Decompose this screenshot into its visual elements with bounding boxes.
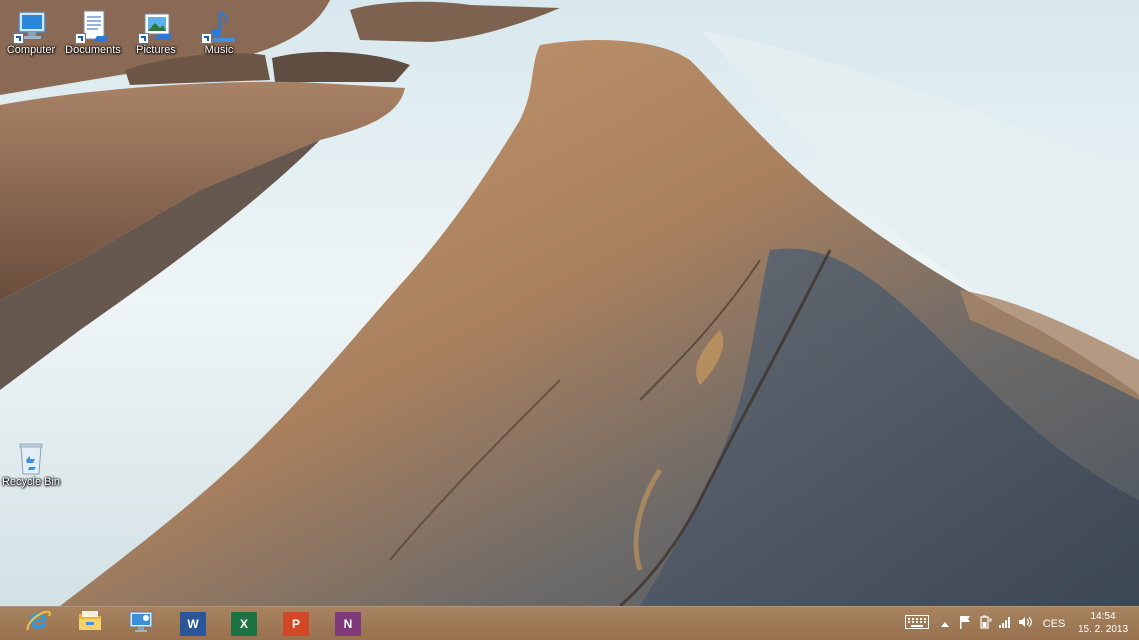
power-status-button[interactable] <box>976 607 994 640</box>
desktop-icon-documents[interactable]: Documents <box>63 4 123 60</box>
taskbar-onenote[interactable]: N <box>326 608 370 639</box>
network-button[interactable] <box>996 607 1014 640</box>
taskbar-remote-desktop[interactable] <box>119 608 163 639</box>
shortcut-arrow-icon <box>201 33 212 44</box>
show-hidden-icons-chevron <box>941 618 949 630</box>
taskbar-internet-explorer[interactable] <box>16 608 60 639</box>
clock-date: 15. 2. 2013 <box>1077 624 1129 635</box>
input-language-button[interactable]: CES <box>1040 607 1068 640</box>
action-center-flag-icon <box>959 615 971 632</box>
show-hidden-icons-button[interactable] <box>937 607 953 640</box>
onenote-glyph: N <box>343 616 353 631</box>
wallpaper <box>0 0 1139 606</box>
file-explorer-icon <box>77 609 103 638</box>
power-icon <box>978 615 992 632</box>
documents-icon <box>73 8 113 46</box>
pictures-icon <box>136 8 176 46</box>
touch-keyboard-button[interactable] <box>902 607 932 640</box>
volume-icon <box>1018 616 1032 631</box>
shortcut-arrow-icon <box>138 33 149 44</box>
taskbar-excel[interactable]: X <box>222 608 266 639</box>
powerpoint-glyph: P <box>291 616 300 631</box>
desktop[interactable]: Computer Documents Pictures Music Recycl… <box>0 0 1139 606</box>
taskbar-word[interactable]: W <box>171 608 215 639</box>
word-glyph: W <box>187 616 199 631</box>
desktop-icon-pictures[interactable]: Pictures <box>126 4 186 60</box>
word-icon: W <box>180 611 206 636</box>
volume-button[interactable] <box>1016 607 1034 640</box>
powerpoint-icon: P <box>283 611 309 636</box>
taskbar-powerpoint[interactable]: P <box>274 608 318 639</box>
excel-icon: X <box>231 611 257 636</box>
taskbar-file-explorer[interactable] <box>68 608 112 639</box>
remote-desktop-icon <box>128 609 154 638</box>
language-indicator: CES <box>1042 617 1066 630</box>
music-icon <box>199 8 239 46</box>
desktop-icon-music[interactable]: Music <box>189 4 249 60</box>
shortcut-arrow-icon <box>13 33 24 44</box>
internet-explorer-icon <box>25 608 51 639</box>
excel-glyph: X <box>239 616 248 631</box>
clock-time: 14:54 <box>1090 611 1116 622</box>
clock[interactable]: 14:54 15. 2. 2013 <box>1075 610 1131 636</box>
network-signal-icon <box>998 616 1012 631</box>
desktop-icon-computer[interactable]: Computer <box>1 4 61 60</box>
recycle-bin-icon <box>11 440 51 478</box>
shortcut-arrow-icon <box>75 33 86 44</box>
action-center-button[interactable] <box>956 607 974 640</box>
computer-icon <box>11 8 51 46</box>
keyboard-icon <box>905 615 929 632</box>
onenote-icon: N <box>335 611 361 636</box>
desktop-icon-recycle-bin[interactable]: Recycle Bin <box>1 436 61 492</box>
taskbar: W X P N CES 14:54 15. 2. 2013 <box>0 606 1139 640</box>
